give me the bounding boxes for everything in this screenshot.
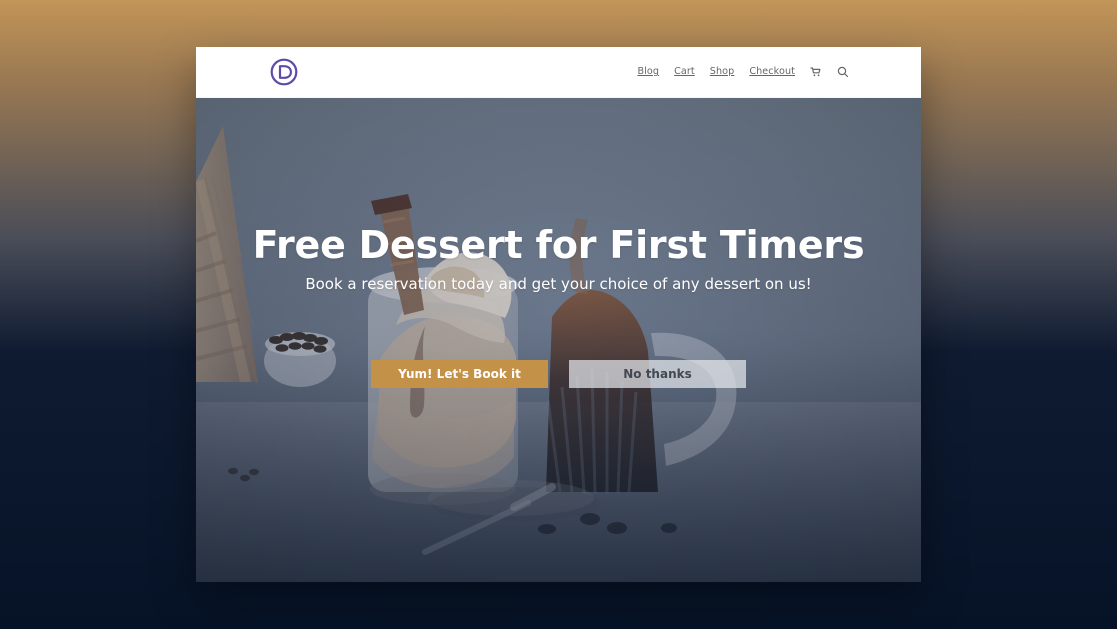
book-button[interactable]: Yum! Let's Book it [371,360,548,388]
site-header: Blog Cart Shop Checkout [196,47,921,98]
d-logo-icon [270,58,298,86]
nav-link-shop[interactable]: Shop [710,67,735,77]
main-nav: Blog Cart Shop Checkout [637,47,849,97]
nav-link-checkout[interactable]: Checkout [749,67,795,77]
hero-copy: Free Dessert for First Timers Book a res… [196,223,921,294]
nav-link-cart[interactable]: Cart [674,67,695,77]
nav-link-blog[interactable]: Blog [637,67,659,77]
decline-button[interactable]: No thanks [569,360,746,388]
search-icon[interactable] [837,66,849,78]
cta-row: Yum! Let's Book it No thanks [371,360,746,388]
logo-link[interactable] [270,58,298,86]
hero-title: Free Dessert for First Timers [252,223,865,267]
hero-subtitle: Book a reservation today and get your ch… [305,274,812,293]
hero-overlay [196,97,921,582]
browser-frame: Blog Cart Shop Checkout Free Dessert for… [196,47,921,582]
hero-section: Free Dessert for First Timers Book a res… [196,97,921,582]
shopping-cart-icon[interactable] [810,66,822,78]
